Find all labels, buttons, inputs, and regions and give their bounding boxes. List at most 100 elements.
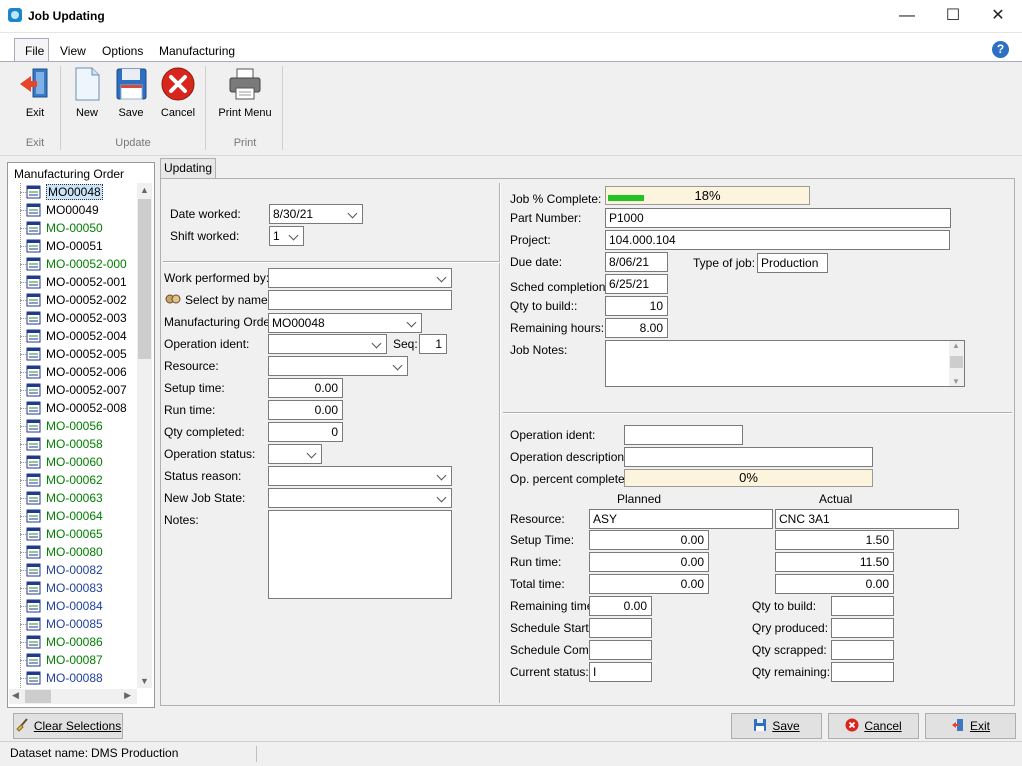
qty-completed-input[interactable]: 0 bbox=[268, 422, 343, 442]
tree-item[interactable]: MO-00064 bbox=[20, 507, 103, 525]
menu-view[interactable]: View bbox=[60, 44, 86, 58]
date-worked-field[interactable]: 8/30/21 bbox=[269, 204, 363, 224]
order-form-icon bbox=[26, 653, 41, 667]
tree-horizontal-scrollbar[interactable]: ◀ ▶ bbox=[9, 689, 137, 704]
current-status-field[interactable]: I bbox=[589, 662, 652, 682]
save-ribbon-button[interactable]: Save bbox=[112, 66, 150, 119]
planned-run-field[interactable]: 0.00 bbox=[589, 552, 709, 572]
op-qty-produced-field[interactable] bbox=[831, 618, 894, 638]
maximize-button[interactable]: ☐ bbox=[930, 0, 976, 32]
help-icon[interactable]: ? bbox=[992, 41, 1009, 58]
tree-item[interactable]: MO-00058 bbox=[20, 435, 103, 453]
scroll-thumb[interactable] bbox=[138, 199, 151, 359]
select-by-name-input[interactable] bbox=[268, 290, 452, 310]
planned-resource-field[interactable]: ASY bbox=[589, 509, 773, 529]
shift-worked-select[interactable]: 1 bbox=[269, 226, 304, 246]
scroll-up-icon[interactable]: ▲ bbox=[140, 185, 149, 195]
tree-item[interactable]: MO-00052-005 bbox=[20, 345, 127, 363]
job-notes-textarea[interactable] bbox=[605, 340, 965, 387]
menu-options[interactable]: Options bbox=[102, 44, 143, 58]
tree-item[interactable]: MO-00052-001 bbox=[20, 273, 127, 291]
sched-start-field[interactable] bbox=[589, 618, 652, 638]
exit-ribbon-button[interactable]: Exit bbox=[14, 66, 56, 119]
tree-item[interactable]: MO-00052-006 bbox=[20, 363, 127, 381]
new-job-state-select[interactable] bbox=[268, 488, 452, 508]
tree-item[interactable]: MO-00062 bbox=[20, 471, 103, 489]
clear-selections-button[interactable]: Clear Selections bbox=[13, 713, 123, 739]
tree-item[interactable]: MO-00052-004 bbox=[20, 327, 127, 345]
sched-completion-field[interactable]: 6/25/21 bbox=[605, 274, 668, 294]
menu-manufacturing[interactable]: Manufacturing bbox=[159, 44, 235, 58]
remaining-hours-field[interactable]: 8.00 bbox=[605, 318, 668, 338]
tree-item[interactable]: MO-00052-008 bbox=[20, 399, 127, 417]
actual-resource-field[interactable]: CNC 3A1 bbox=[775, 509, 959, 529]
op-qty-build-field[interactable] bbox=[831, 596, 894, 616]
op-qty-remaining-field[interactable] bbox=[831, 662, 894, 682]
tree-item[interactable]: MO-00087 bbox=[20, 651, 103, 669]
cancel-button[interactable]: Cancel bbox=[828, 713, 919, 739]
notes-textarea[interactable] bbox=[268, 510, 452, 599]
tree-item[interactable]: MO-00052-002 bbox=[20, 291, 127, 309]
planned-total-field[interactable]: 0.00 bbox=[589, 574, 709, 594]
op-desc-field[interactable] bbox=[624, 447, 873, 467]
op-ident-select[interactable] bbox=[268, 334, 387, 354]
run-time-input[interactable]: 0.00 bbox=[268, 400, 343, 420]
op-qty-scrapped-field[interactable] bbox=[831, 640, 894, 660]
tree-item[interactable]: MO-00082 bbox=[20, 561, 103, 579]
actual-total-field[interactable]: 0.00 bbox=[775, 574, 894, 594]
tree-item[interactable]: MO-00086 bbox=[20, 633, 103, 651]
tree-item[interactable]: MO-00084 bbox=[20, 597, 103, 615]
scroll-down-icon[interactable]: ▼ bbox=[140, 676, 149, 686]
tree-item[interactable]: MO-00083 bbox=[20, 579, 103, 597]
scroll-left-icon[interactable]: ◀ bbox=[12, 690, 19, 701]
tree-item[interactable]: MO00048 bbox=[20, 183, 103, 201]
tree-item[interactable]: MO-00085 bbox=[20, 615, 103, 633]
mo-select[interactable]: MO00048 bbox=[268, 313, 422, 333]
exit-button[interactable]: Exit bbox=[925, 713, 1016, 739]
tree-item[interactable]: MO-00088 bbox=[20, 669, 103, 687]
op-status-select[interactable] bbox=[268, 444, 322, 464]
close-window-button[interactable]: ✕ bbox=[975, 0, 1021, 32]
qty-to-build-field[interactable]: 10 bbox=[605, 296, 668, 316]
tree-item-label: MO-00062 bbox=[46, 473, 103, 487]
tree-item[interactable]: MO-00065 bbox=[20, 525, 103, 543]
tree-item[interactable]: MO-00080 bbox=[20, 543, 103, 561]
save-button[interactable]: Save bbox=[731, 713, 822, 739]
part-number-field[interactable]: P1000 bbox=[605, 208, 951, 228]
job-notes-scrollbar[interactable]: ▲ ▼ bbox=[949, 341, 964, 386]
print-menu-ribbon-button[interactable]: Print Menu bbox=[214, 66, 276, 119]
due-date-field[interactable]: 8/06/21 bbox=[605, 252, 668, 272]
work-performed-select[interactable] bbox=[268, 268, 452, 288]
tree-item[interactable]: MO00049 bbox=[20, 201, 99, 219]
tree-item[interactable]: MO-00051 bbox=[20, 237, 103, 255]
tree-item[interactable]: MO-00052-000 bbox=[20, 255, 127, 273]
menu-file[interactable]: File bbox=[25, 44, 44, 58]
sched-comp-field[interactable] bbox=[589, 640, 652, 660]
seq-input[interactable]: 1 bbox=[419, 334, 447, 354]
cancel-ribbon-button[interactable]: Cancel bbox=[157, 66, 199, 119]
tree-vertical-scrollbar[interactable]: ▲ ▼ bbox=[137, 183, 152, 688]
planned-setup-field[interactable]: 0.00 bbox=[589, 530, 709, 550]
select-by-name-icon[interactable] bbox=[165, 293, 181, 305]
actual-run-field[interactable]: 11.50 bbox=[775, 552, 894, 572]
tree-item[interactable]: MO-00060 bbox=[20, 453, 103, 471]
scroll-thumb[interactable] bbox=[25, 690, 51, 703]
actual-setup-field[interactable]: 1.50 bbox=[775, 530, 894, 550]
resource-select[interactable] bbox=[268, 356, 408, 376]
project-field[interactable]: 104.000.104 bbox=[605, 230, 950, 250]
tab-updating[interactable]: Updating bbox=[160, 158, 216, 178]
tree-item[interactable]: MO-00056 bbox=[20, 417, 103, 435]
setup-time-input[interactable]: 0.00 bbox=[268, 378, 343, 398]
scroll-right-icon[interactable]: ▶ bbox=[124, 690, 131, 701]
status-reason-select[interactable] bbox=[268, 466, 452, 486]
tree-item[interactable]: MO-00052-003 bbox=[20, 309, 127, 327]
tree-item[interactable]: MO-00052-007 bbox=[20, 381, 127, 399]
tree-item[interactable]: MO-00050 bbox=[20, 219, 103, 237]
new-document-icon bbox=[75, 67, 100, 101]
op-remaining-field[interactable]: 0.00 bbox=[589, 596, 652, 616]
tree-item[interactable]: MO-00063 bbox=[20, 489, 103, 507]
minimize-button[interactable]: — bbox=[884, 0, 930, 32]
op-ident-field[interactable] bbox=[624, 425, 743, 445]
job-type-field[interactable]: Production bbox=[757, 253, 828, 273]
new-ribbon-button[interactable]: New bbox=[68, 66, 106, 119]
